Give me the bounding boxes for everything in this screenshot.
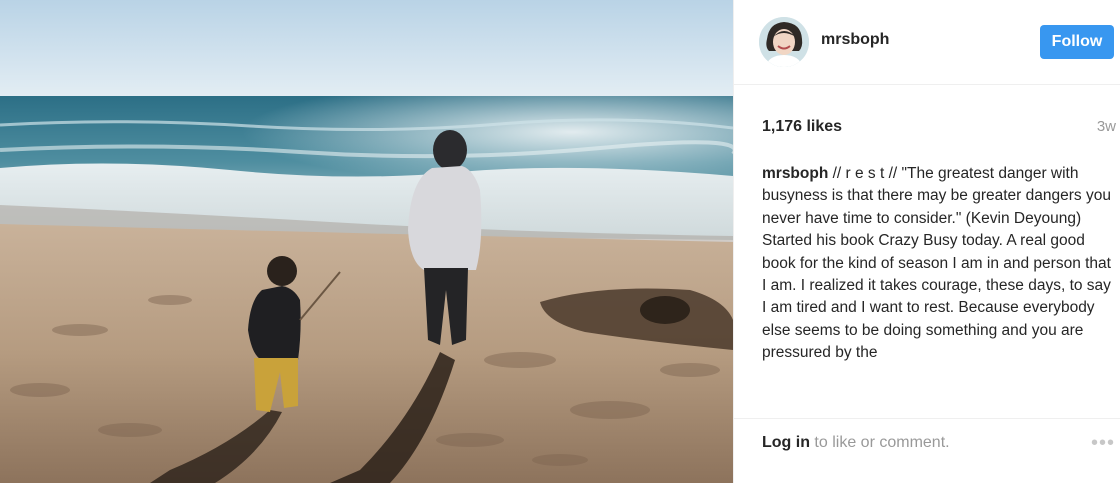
- post-time[interactable]: 3w: [1097, 118, 1116, 135]
- post-header: mrsboph Follow: [734, 0, 1120, 84]
- post-photo[interactable]: [0, 0, 733, 483]
- login-link[interactable]: Log in: [762, 434, 810, 451]
- follow-button[interactable]: Follow: [1040, 25, 1114, 59]
- post-caption: mrsboph // r e s t // "The greatest dang…: [762, 163, 1112, 402]
- login-prompt-text: to like or comment.: [809, 434, 950, 451]
- header-divider: [734, 84, 1120, 85]
- caption-text: // r e s t // "The greatest danger with …: [762, 165, 1111, 362]
- post-username[interactable]: mrsboph: [821, 31, 889, 49]
- login-prompt: Log in to like or comment.: [762, 434, 950, 452]
- post-side-panel: mrsboph Follow 1,176 likes 3w mrsboph //…: [733, 0, 1120, 483]
- more-options-icon[interactable]: •••: [1091, 432, 1115, 455]
- avatar-image: [759, 17, 809, 67]
- post-footer: Log in to like or comment. •••: [734, 418, 1120, 483]
- likes-count[interactable]: 1,176 likes: [762, 118, 842, 136]
- likes-row: 1,176 likes 3w: [762, 115, 1116, 139]
- avatar[interactable]: [759, 17, 809, 67]
- beach-photo: [0, 0, 733, 483]
- caption-username[interactable]: mrsboph: [762, 165, 828, 182]
